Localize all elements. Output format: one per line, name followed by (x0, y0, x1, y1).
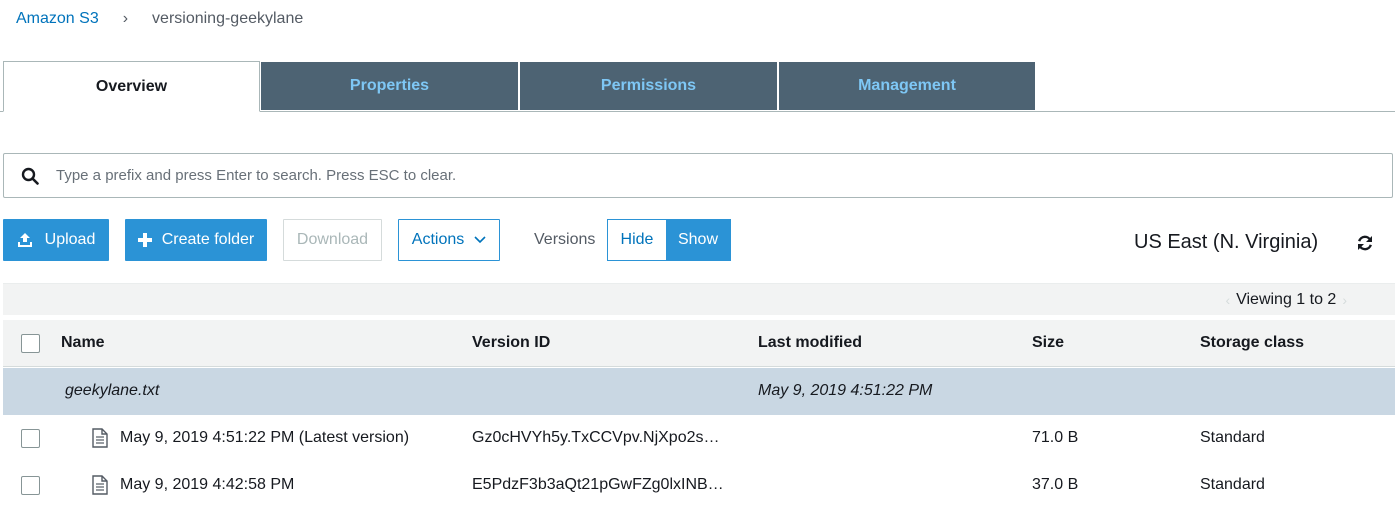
pager-next-icon[interactable]: › (1342, 292, 1347, 308)
select-all-checkbox[interactable] (21, 334, 40, 353)
region-label: US East (N. Virginia) (1134, 231, 1319, 253)
actions-label: Actions (411, 231, 465, 248)
row-checkbox[interactable] (21, 476, 40, 495)
tab-permissions[interactable]: Permissions (519, 61, 778, 111)
table-row[interactable]: May 9, 2019 4:42:58 PM E5PdzF3b3aQt21pGw… (3, 462, 1395, 509)
version-size: 37.0 B (1032, 476, 1079, 493)
versions-show-button[interactable]: Show (666, 220, 730, 260)
versions-toggle: Hide Show (607, 219, 731, 261)
column-header-size[interactable]: Size (1032, 334, 1064, 352)
upload-icon (17, 233, 32, 247)
pager-prev-icon[interactable]: ‹ (1225, 292, 1230, 308)
object-last-modified: May 9, 2019 4:51:22 PM (758, 382, 933, 399)
table-header: Name Version ID Last modified Size Stora… (3, 320, 1395, 367)
search-box (3, 153, 1393, 198)
pagination-bar: ‹ Viewing 1 to 2 › (3, 283, 1395, 315)
version-name[interactable]: May 9, 2019 4:51:22 PM (Latest version) (120, 429, 409, 447)
versions-label: Versions (534, 231, 596, 248)
breadcrumb-separator: › (122, 10, 129, 27)
version-id: Gz0cHVYh5y.TxCCVpv.NjXpo2s… (472, 429, 720, 446)
version-storage-class: Standard (1200, 476, 1265, 493)
download-label: Download (296, 231, 369, 248)
search-icon (21, 167, 39, 185)
tab-bar: Overview Properties Permissions Manageme… (0, 61, 1395, 112)
breadcrumb-bucket-name: versioning-geekylane (152, 10, 304, 27)
versions-hide-button[interactable]: Hide (608, 220, 666, 260)
version-id: E5PdzF3b3aQt21pGwFZg0lxINB… (472, 476, 724, 493)
create-folder-button[interactable]: Create folder (125, 219, 267, 261)
upload-button[interactable]: Upload (3, 219, 109, 261)
upload-label: Upload (44, 231, 96, 248)
column-header-storage-class[interactable]: Storage class (1200, 334, 1304, 352)
file-icon (92, 475, 108, 495)
column-header-name[interactable]: Name (61, 334, 105, 352)
actions-dropdown[interactable]: Actions (398, 219, 500, 261)
version-size: 71.0 B (1032, 429, 1079, 446)
search-input[interactable] (56, 167, 1356, 184)
breadcrumb: Amazon S3 › versioning-geekylane (16, 9, 303, 29)
tab-management[interactable]: Management (778, 61, 1036, 111)
object-group-row[interactable]: geekylane.txt May 9, 2019 4:51:22 PM (3, 368, 1395, 415)
file-icon (92, 428, 108, 448)
refresh-icon[interactable] (1356, 234, 1374, 252)
download-button[interactable]: Download (283, 219, 382, 261)
create-folder-label: Create folder (161, 231, 255, 248)
tab-overview[interactable]: Overview (3, 61, 260, 112)
plus-icon (137, 233, 152, 247)
version-name[interactable]: May 9, 2019 4:42:58 PM (120, 476, 294, 494)
row-checkbox[interactable] (21, 429, 40, 448)
table-row[interactable]: May 9, 2019 4:51:22 PM (Latest version) … (3, 415, 1395, 462)
object-name: geekylane.txt (65, 382, 160, 399)
breadcrumb-amazon-s3-link[interactable]: Amazon S3 (16, 10, 99, 28)
viewing-count: Viewing 1 to 2 (1236, 291, 1337, 308)
pagination: ‹ Viewing 1 to 2 › (1219, 291, 1353, 309)
version-storage-class: Standard (1200, 429, 1265, 446)
tab-properties[interactable]: Properties (260, 61, 519, 111)
column-header-version-id[interactable]: Version ID (472, 334, 550, 352)
chevron-down-icon (474, 236, 486, 244)
column-header-last-modified[interactable]: Last modified (758, 334, 862, 352)
